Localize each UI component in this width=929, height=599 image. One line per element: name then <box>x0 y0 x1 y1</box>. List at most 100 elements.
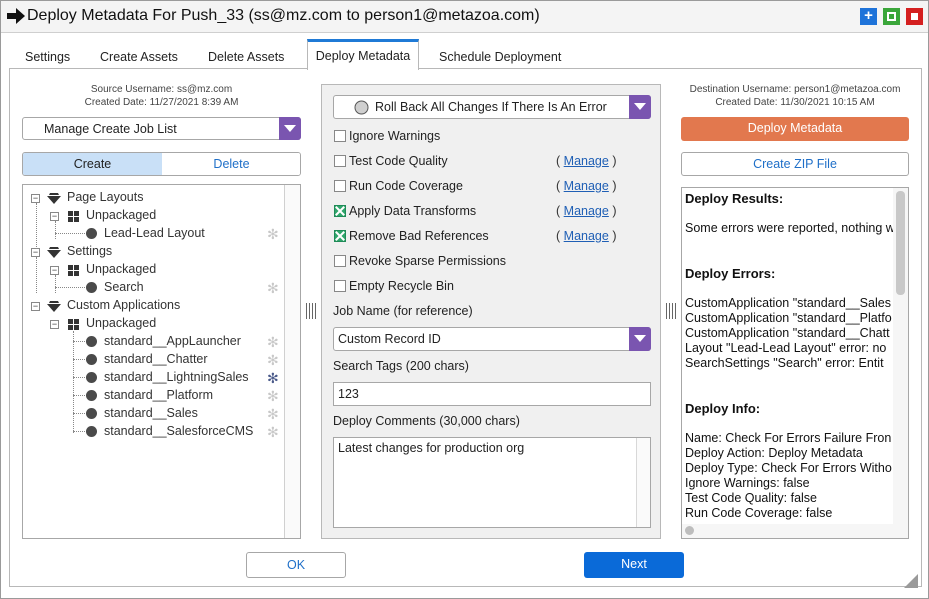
comments-value: Latest changes for production org <box>338 441 525 455</box>
manage-link[interactable]: Manage <box>564 204 609 218</box>
left-splitter-handle[interactable] <box>306 303 316 319</box>
package-icon <box>68 211 79 222</box>
component-icon <box>86 228 97 239</box>
collapse-icon[interactable]: − <box>50 320 59 329</box>
chevron-down-icon[interactable] <box>629 95 651 119</box>
error-line: CustomApplication "standard__Chatt <box>685 326 890 340</box>
destination-username: Destination Username: person1@metazoa.co… <box>689 84 901 95</box>
status-asterisk-icon: ✻ <box>267 334 279 350</box>
rollback-select[interactable]: Roll Back All Changes If There Is An Err… <box>333 95 651 119</box>
close-icon[interactable] <box>906 8 923 25</box>
checkbox[interactable] <box>334 180 346 192</box>
option-test-code-quality[interactable]: Test Code Quality ( Manage ) <box>334 154 654 170</box>
source-username: Source Username: ss@mz.com <box>90 84 233 95</box>
option-remove-bad-references[interactable]: Remove Bad References ( Manage ) <box>334 229 654 245</box>
job-name-value: Custom Record ID <box>338 332 441 346</box>
deploy-results-panel: Deploy Results: Some errors were reporte… <box>681 187 909 539</box>
tab-deploy-metadata[interactable]: Deploy Metadata <box>307 39 419 70</box>
checkbox[interactable] <box>334 280 346 292</box>
custom-applications-icon <box>47 301 61 312</box>
delete-toggle[interactable]: Delete <box>162 153 300 175</box>
deploy-window: Deploy Metadata For Push_33 (ss@mz.com t… <box>0 0 929 599</box>
deploy-comments-textarea[interactable]: Latest changes for production org <box>333 437 651 528</box>
results-text: Some errors were reported, nothing w <box>685 221 893 235</box>
info-line: Deploy Action: Deploy Metadata <box>685 446 863 460</box>
next-button[interactable]: Next <box>584 552 684 578</box>
status-asterisk-icon: ✻ <box>267 226 279 242</box>
checkbox[interactable] <box>334 255 346 267</box>
create-delete-toggle: Create Delete <box>22 152 301 176</box>
info-heading: Deploy Info: <box>685 401 761 416</box>
errors-heading: Deploy Errors: <box>685 266 776 281</box>
maximize-icon[interactable] <box>883 8 900 25</box>
info-line: Ignore Warnings: false <box>685 476 810 490</box>
chevron-down-icon[interactable] <box>279 117 301 140</box>
manage-link[interactable]: Manage <box>564 229 609 243</box>
status-asterisk-icon: ✻ <box>267 388 279 404</box>
error-line: Layout "Lead-Lead Layout" error: no <box>685 341 887 355</box>
tab-create-assets[interactable]: Create Assets <box>100 44 178 69</box>
collapse-icon[interactable]: − <box>50 212 59 221</box>
status-asterisk-icon: ✻ <box>267 352 279 368</box>
search-tags-input[interactable]: 123 <box>333 382 651 406</box>
search-tags-label: Search Tags (200 chars) <box>333 359 469 373</box>
tab-schedule-deployment[interactable]: Schedule Deployment <box>439 44 561 69</box>
error-line: CustomApplication "standard__Sales <box>685 296 891 310</box>
package-icon <box>68 265 79 276</box>
checkbox-checked[interactable] <box>334 205 346 217</box>
results-heading: Deploy Results: <box>685 191 784 206</box>
component-icon <box>86 408 97 419</box>
deploy-options-panel: Roll Back All Changes If There Is An Err… <box>321 84 661 539</box>
manage-run-code-coverage: ( Manage ) <box>556 179 617 193</box>
collapse-icon[interactable]: − <box>31 194 40 203</box>
asset-tree: − Page Layouts − Unpackaged Lead-Lead La… <box>22 184 301 539</box>
create-toggle[interactable]: Create <box>23 153 162 175</box>
collapse-icon[interactable]: − <box>31 302 40 311</box>
checkbox-checked[interactable] <box>334 230 346 242</box>
chevron-down-icon[interactable] <box>629 327 651 351</box>
option-run-code-coverage[interactable]: Run Code Coverage ( Manage ) <box>334 179 654 195</box>
destination-created-date: Created Date: 11/30/2021 10:15 AM <box>715 97 875 108</box>
info-line: Name: Check For Errors Failure Fron <box>685 431 892 445</box>
collapse-icon[interactable]: − <box>31 248 40 257</box>
status-asterisk-icon: ✻ <box>267 280 279 296</box>
ok-button[interactable]: OK <box>246 552 346 578</box>
create-zip-button[interactable]: Create ZIP File <box>681 152 909 176</box>
source-created-date: Created Date: 11/27/2021 8:39 AM <box>84 97 239 108</box>
results-vertical-scrollbar[interactable] <box>893 188 908 524</box>
tab-bar: Settings Create Assets Delete Assets Dep… <box>9 39 922 70</box>
manage-test-code-quality: ( Manage ) <box>556 154 617 168</box>
window-title: Deploy Metadata For Push_33 (ss@mz.com t… <box>27 7 540 24</box>
scroll-thumb[interactable] <box>685 526 694 535</box>
checkbox[interactable] <box>334 130 346 142</box>
component-icon <box>86 336 97 347</box>
resize-grip-icon[interactable] <box>904 574 918 588</box>
comments-label: Deploy Comments (30,000 chars) <box>333 414 520 428</box>
collapse-icon[interactable]: − <box>50 266 59 275</box>
component-icon <box>86 372 97 383</box>
manage-link[interactable]: Manage <box>564 154 609 168</box>
deploy-metadata-button[interactable]: Deploy Metadata <box>681 117 909 141</box>
job-name-select[interactable]: Custom Record ID <box>333 327 651 351</box>
info-line: Run Code Coverage: false <box>685 506 833 520</box>
radio-circle-icon <box>354 100 369 115</box>
scroll-thumb[interactable] <box>896 191 905 295</box>
results-horizontal-scrollbar[interactable] <box>682 524 908 538</box>
manage-link[interactable]: Manage <box>564 179 609 193</box>
package-icon <box>68 319 79 330</box>
tab-delete-assets[interactable]: Delete Assets <box>208 44 284 69</box>
tab-settings[interactable]: Settings <box>25 44 70 69</box>
component-icon <box>86 354 97 365</box>
status-asterisk-icon: ✻ <box>267 424 279 440</box>
job-name-label: Job Name (for reference) <box>333 304 473 318</box>
tree-scrollbar[interactable] <box>284 185 300 538</box>
option-apply-data-transforms[interactable]: Apply Data Transforms ( Manage ) <box>334 204 654 220</box>
right-splitter-handle[interactable] <box>666 303 676 319</box>
manage-remove-bad-references: ( Manage ) <box>556 229 617 243</box>
add-icon[interactable]: + <box>860 8 877 25</box>
job-list-select[interactable]: Manage Create Job List <box>22 117 301 140</box>
job-list-value: Manage Create Job List <box>44 122 177 136</box>
error-line: SearchSettings "Search" error: Entit <box>685 356 884 370</box>
comments-scrollbar[interactable] <box>636 438 650 527</box>
checkbox[interactable] <box>334 155 346 167</box>
